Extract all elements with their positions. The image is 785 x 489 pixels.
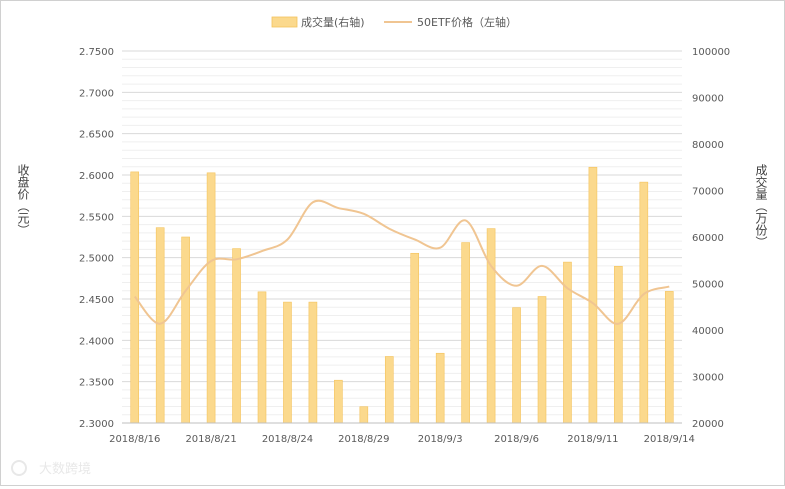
right-tick-label: 60000 <box>692 233 724 244</box>
right-tick-label: 20000 <box>692 419 724 430</box>
right-tick-label: 90000 <box>692 94 724 105</box>
left-tick-label: 2.6000 <box>79 171 114 182</box>
legend: 成交量(右轴) 50ETF价格（左轴） <box>271 15 517 29</box>
x-tick-label: 2018/9/14 <box>644 434 695 445</box>
legend-line-label: 50ETF价格（左轴） <box>417 15 517 29</box>
volume-bar <box>461 242 470 424</box>
gridlines <box>122 50 682 416</box>
left-tick-label: 2.7000 <box>79 88 114 99</box>
x-tick-label: 2018/8/21 <box>185 434 236 445</box>
volume-bar <box>359 406 369 424</box>
right-tick-label: 40000 <box>692 326 724 337</box>
right-tick-label: 80000 <box>692 140 724 151</box>
legend-bar-swatch <box>271 16 298 28</box>
volume-bar <box>537 296 547 424</box>
volume-bar <box>384 356 394 424</box>
right-tick-label: 100000 <box>692 47 730 58</box>
volume-bar <box>614 265 623 424</box>
x-tick-label: 2018/9/6 <box>494 434 539 445</box>
right-tick-label: 50000 <box>692 280 724 291</box>
x-tick-label: 2018/8/29 <box>338 434 389 445</box>
x-tick-label: 2018/8/24 <box>262 434 313 445</box>
volume-bar <box>155 227 165 424</box>
volume-bar <box>512 307 521 424</box>
volume-bar <box>410 252 420 424</box>
left-tick-label: 2.3000 <box>79 419 114 430</box>
watermark-logo-icon <box>11 460 27 476</box>
left-tick-label: 2.7500 <box>79 47 114 58</box>
volume-bar <box>334 379 343 424</box>
volume-bar <box>435 352 445 424</box>
right-axis-ticks: 20000 30000 40000 50000 60000 70000 80000 90000… <box>692 47 730 430</box>
volume-bar <box>308 301 318 424</box>
left-tick-label: 2.4000 <box>79 336 114 347</box>
volume-bar <box>232 248 241 424</box>
left-tick-label: 2.5000 <box>79 254 114 265</box>
volume-bar <box>588 166 598 424</box>
volume-bar <box>181 236 190 424</box>
volume-bar <box>283 301 292 424</box>
right-axis-title: 成交量（万份） <box>754 164 768 248</box>
volume-bars <box>130 166 674 424</box>
chart-frame: 2.3000 2.3500 2.4000 2.4500 2.5000 2.5500 2.60… <box>0 0 785 486</box>
volume-bar <box>206 172 216 424</box>
left-axis-ticks: 2.3000 2.3500 2.4000 2.4500 2.5000 2.5500 2.60… <box>79 47 114 430</box>
watermark: 大数跨境 <box>11 460 91 477</box>
x-axis-ticks: 2018/8/16 2018/8/21 2018/8/24 2018/8/29 2018… <box>109 434 695 445</box>
volume-bar <box>257 291 267 424</box>
legend-bar-label: 成交量(右轴) <box>301 15 365 29</box>
x-tick-label: 2018/9/11 <box>567 434 618 445</box>
right-tick-label: 30000 <box>692 373 724 384</box>
left-axis-title: 收盘价（元） <box>16 164 30 236</box>
x-tick-label: 2018/9/3 <box>418 434 463 445</box>
left-tick-label: 2.3500 <box>79 378 114 389</box>
left-tick-label: 2.6500 <box>79 130 114 141</box>
volume-bar <box>664 291 674 424</box>
volume-bar <box>486 228 496 424</box>
watermark-text: 大数跨境 <box>39 462 91 477</box>
left-tick-label: 2.4500 <box>79 295 114 306</box>
x-tick-label: 2018/8/16 <box>109 434 160 445</box>
right-tick-label: 70000 <box>692 187 724 198</box>
volume-bar <box>639 181 649 424</box>
chart: 2.3000 2.3500 2.4000 2.4500 2.5000 2.5500 2.60… <box>11 15 768 477</box>
left-tick-label: 2.5500 <box>79 212 114 223</box>
